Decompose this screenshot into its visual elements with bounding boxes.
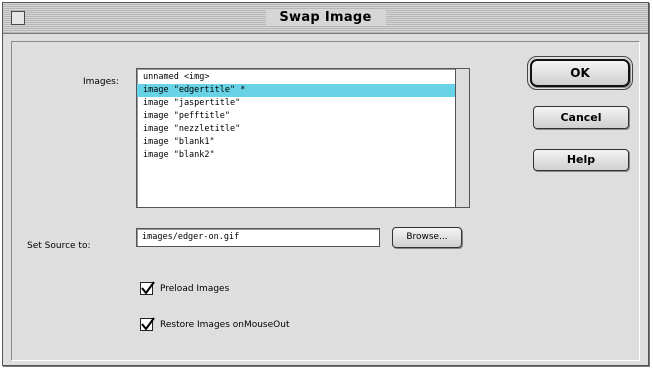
list-item[interactable]: image "nezzletitle" bbox=[137, 123, 455, 136]
list-item[interactable]: image "pefftitle" bbox=[137, 110, 455, 123]
set-source-label: Set Source to: bbox=[27, 241, 91, 251]
help-button[interactable]: Help bbox=[533, 149, 629, 171]
source-input[interactable]: images/edger-on.gif bbox=[136, 228, 380, 247]
images-label: Images: bbox=[83, 77, 119, 87]
dialog-content: Images: unnamed <img> image "edgertitle"… bbox=[11, 41, 640, 361]
list-scrollbar[interactable] bbox=[455, 69, 469, 207]
list-item[interactable]: image "blank2" bbox=[137, 149, 455, 162]
browse-button[interactable]: Browse... bbox=[392, 227, 462, 248]
restore-images-label: Restore Images onMouseOut bbox=[160, 319, 290, 330]
dialog-title: Swap Image bbox=[265, 9, 386, 26]
preload-images-label: Preload Images bbox=[160, 283, 230, 294]
preload-images-option[interactable]: Preload Images bbox=[140, 281, 230, 295]
swap-image-dialog: Swap Image Images: unnamed <img> image "… bbox=[2, 2, 649, 366]
ok-button[interactable]: OK bbox=[527, 56, 633, 90]
images-list[interactable]: unnamed <img> image "edgertitle" * image… bbox=[136, 68, 470, 208]
checkmark-icon bbox=[141, 281, 155, 295]
list-item[interactable]: image "blank1" bbox=[137, 136, 455, 149]
list-item[interactable]: unnamed <img> bbox=[137, 71, 455, 84]
list-item[interactable]: image "jaspertitle" bbox=[137, 97, 455, 110]
title-bar[interactable]: Swap Image bbox=[3, 3, 648, 34]
restore-images-option[interactable]: Restore Images onMouseOut bbox=[140, 317, 290, 331]
cancel-button[interactable]: Cancel bbox=[533, 106, 629, 129]
close-box[interactable] bbox=[11, 11, 25, 25]
checkmark-icon bbox=[141, 317, 155, 331]
restore-images-checkbox[interactable] bbox=[140, 317, 155, 331]
preload-images-checkbox[interactable] bbox=[140, 281, 155, 295]
list-item-selected[interactable]: image "edgertitle" * bbox=[137, 84, 455, 97]
